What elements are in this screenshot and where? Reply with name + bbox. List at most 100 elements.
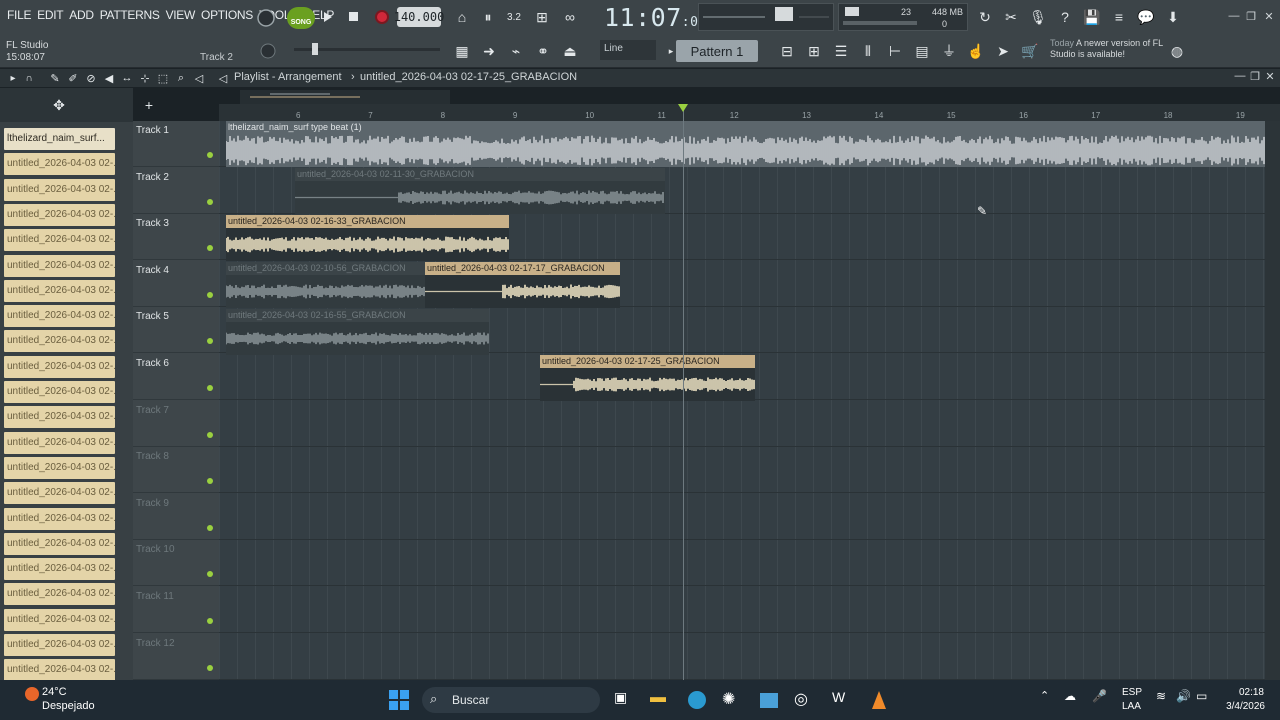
track-mute-led[interactable] <box>207 152 213 158</box>
chat-icon[interactable]: 💬 <box>1135 6 1157 28</box>
playback-tool-icon[interactable]: ◁ <box>188 67 210 89</box>
playlist-minimize-icon[interactable]: — <box>1232 70 1248 84</box>
news-panel[interactable]: Today A newer version of FL Studio is av… <box>1046 38 1186 64</box>
browser-item[interactable]: untitled_2026-04-03 02-... <box>4 406 115 429</box>
browser-item[interactable]: untitled_2026-04-03 02-... <box>4 431 115 454</box>
arrangement-name[interactable]: untitled_2026-04-03 02-17-25_GRABACION <box>360 71 577 83</box>
audio-clip-track3[interactable]: untitled_2026-04-03 02-16-33_GRABACION <box>226 215 509 261</box>
playlist-restore-icon[interactable]: ❐ <box>1247 70 1263 84</box>
browser-item[interactable]: untitled_2026-04-03 02-... <box>4 178 115 201</box>
master-volume-knob-icon[interactable] <box>255 7 277 29</box>
file-explorer-icon[interactable]: ▬ <box>650 689 672 711</box>
download-icon[interactable]: ⬇ <box>1162 6 1184 28</box>
browser-item[interactable]: untitled_2026-04-03 02-... <box>4 229 115 252</box>
vertical-scrollbar[interactable] <box>1265 121 1280 680</box>
audio-clip-track4b[interactable]: untitled_2026-04-03 02-17-17_GRABACION <box>425 262 620 308</box>
song-position-clock[interactable]: 11:07:00 <box>604 3 707 32</box>
wait-input-icon[interactable]: ⏸ <box>477 6 499 28</box>
track-header[interactable]: Track 12 <box>133 634 219 680</box>
timeline-ruler[interactable]: 6 7 8 9 10 11 12 13 14 15 16 17 18 19 <box>219 104 1280 121</box>
brush-icon[interactable]: ⌁ <box>505 40 527 62</box>
track-mute-led[interactable] <box>207 245 213 252</box>
edge-icon[interactable] <box>686 689 708 711</box>
record-button[interactable] <box>373 8 391 26</box>
track-header[interactable]: Track 11 <box>133 587 219 633</box>
browser-item[interactable]: untitled_2026-04-03 02-... <box>4 456 115 479</box>
loop-record-icon[interactable]: ∞ <box>559 6 581 28</box>
touch-icon[interactable]: ☝ <box>965 40 987 62</box>
track-mute-led[interactable] <box>207 291 213 298</box>
tray-chevron-icon[interactable]: ⌃ <box>1040 689 1062 711</box>
keyboard-layout[interactable]: LAA <box>1122 701 1141 712</box>
menu-options[interactable]: OPTIONS <box>198 8 256 22</box>
browser-item[interactable]: lthelizard_naim_surf... <box>4 128 115 150</box>
track-header[interactable]: Track 1 <box>133 121 219 167</box>
track-header[interactable]: Track 10 <box>133 540 219 587</box>
browser-item[interactable]: untitled_2026-04-03 02-... <box>4 482 115 505</box>
task-view-icon[interactable]: ▣ <box>614 689 636 711</box>
audio-clip-track5[interactable]: untitled_2026-04-03 02-16-55_GRABACION <box>226 309 489 355</box>
track-mute-led[interactable] <box>207 664 213 671</box>
track-header[interactable]: Track 7 <box>133 401 219 447</box>
browser-item[interactable]: untitled_2026-04-03 02-... <box>4 279 115 302</box>
project-icon[interactable]: ▤ <box>911 40 933 62</box>
magnet-icon[interactable]: ∩ <box>18 67 40 89</box>
browser-move-icon[interactable]: ✥ <box>48 94 70 116</box>
microphone-tray-icon[interactable]: 🎤 <box>1092 689 1114 711</box>
playhead-line[interactable] <box>683 104 684 680</box>
browser-tree-icon[interactable]: ⊢ <box>884 40 906 62</box>
audio-clip-track2[interactable]: untitled_2026-04-03 02-11-30_GRABACION <box>295 168 665 214</box>
playhead-marker-icon[interactable] <box>678 104 688 112</box>
track-header[interactable]: Track 4 <box>133 261 219 307</box>
track-mute-led[interactable] <box>207 524 213 531</box>
onedrive-icon[interactable]: ☁ <box>1064 689 1086 711</box>
audio-clip-beat[interactable]: lthelizard_naim_surf type beat (1) <box>226 121 1265 167</box>
snap-select[interactable]: Line <box>600 40 656 60</box>
weather-widget[interactable] <box>24 686 40 707</box>
mixer-icon[interactable]: ≡ <box>1108 6 1130 28</box>
save-icon[interactable]: 💾 <box>1081 6 1103 28</box>
track-header[interactable]: Track 5 <box>133 307 219 354</box>
microphone-icon[interactable]: 🎙 <box>1027 6 1049 28</box>
browser-item[interactable]: untitled_2026-04-03 02-... <box>4 634 115 656</box>
track-lane[interactable] <box>219 587 1265 633</box>
pattern-selector[interactable]: Pattern 1 <box>676 40 758 62</box>
browser-item[interactable]: untitled_2026-04-03 02-... <box>4 330 115 353</box>
menu-add[interactable]: ADD <box>66 8 96 22</box>
fl-studio-icon[interactable] <box>868 689 890 711</box>
step-edit-icon[interactable]: ⊞ <box>531 6 553 28</box>
track-lane[interactable] <box>219 401 1265 447</box>
menu-patterns[interactable]: PATTERNS <box>97 8 163 22</box>
playlist-icon[interactable]: ⊟ <box>776 40 798 62</box>
mixer-view-icon[interactable]: ☰ <box>830 40 852 62</box>
browser-item[interactable]: untitled_2026-04-03 02-... <box>4 583 115 606</box>
track-mute-led[interactable] <box>207 338 213 345</box>
menu-file[interactable]: FILE <box>4 8 34 22</box>
playlist-grid[interactable]: lthelizard_naim_surf type beat (1) untit… <box>219 121 1265 680</box>
volume-icon[interactable]: 🔊 <box>1176 689 1198 711</box>
browser-item[interactable]: untitled_2026-04-03 02-... <box>4 203 115 226</box>
arrangement-arrow-icon[interactable]: ◁ <box>212 67 234 89</box>
link-icon[interactable]: ⚭ <box>532 40 554 62</box>
waves-icon[interactable]: W <box>832 689 854 711</box>
language-code[interactable]: ESP <box>1122 687 1142 698</box>
menu-view[interactable]: VIEW <box>163 8 198 22</box>
song-mode-toggle[interactable]: SONG <box>287 7 315 29</box>
track-lane[interactable] <box>219 494 1265 540</box>
track-mute-led[interactable] <box>207 618 213 624</box>
menu-edit[interactable]: EDIT <box>34 8 66 22</box>
countdown-icon[interactable]: 3.2 <box>503 6 525 28</box>
track-mute-led[interactable] <box>207 198 213 205</box>
track-lane[interactable] <box>219 447 1265 494</box>
stamp-icon[interactable]: ⏏ <box>559 40 581 62</box>
audio-clip-track6[interactable]: untitled_2026-04-03 02-17-25_GRABACION <box>540 355 755 401</box>
chrome-icon[interactable]: ◎ <box>794 689 816 711</box>
track-header[interactable]: Track 9 <box>133 494 219 540</box>
minimize-icon[interactable]: — <box>1226 10 1242 24</box>
browser-item[interactable]: untitled_2026-04-03 02-... <box>4 659 115 682</box>
track-mute-led[interactable] <box>207 571 213 578</box>
browser-item[interactable]: untitled_2026-04-03 02-... <box>4 532 115 555</box>
browser-item[interactable]: untitled_2026-04-03 02-... <box>4 608 115 631</box>
browser-item[interactable]: untitled_2026-04-03 02-... <box>4 381 115 403</box>
track-mute-led[interactable] <box>207 431 213 438</box>
